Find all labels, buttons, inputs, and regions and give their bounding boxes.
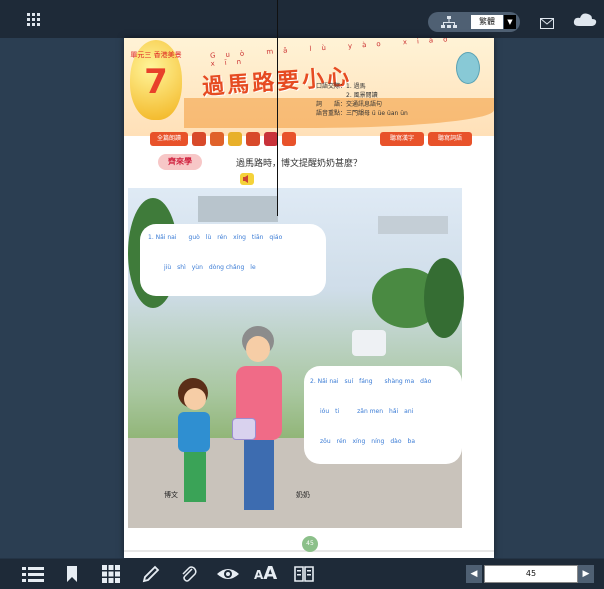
bubble-line: jiù shì yùn dòng chǎng le <box>164 264 256 271</box>
tool-button[interactable] <box>228 132 242 146</box>
thumbnail-grid-icon[interactable] <box>102 565 120 587</box>
lesson-balloon: 單元三 香港美景 7 <box>130 40 182 120</box>
eye-icon[interactable] <box>216 565 240 587</box>
font-size-icon[interactable]: AA <box>254 565 277 584</box>
grandmother-figure <box>228 326 290 516</box>
page-number-badge: 45 <box>302 536 318 552</box>
right-margin <box>494 38 604 558</box>
info-line: 詞 語：交通訊息語句 <box>316 101 383 108</box>
tool-button[interactable] <box>282 132 296 146</box>
building <box>378 216 448 234</box>
bottom-toolbar: AA ◀ 45 ▶ <box>0 559 604 589</box>
car <box>352 330 386 356</box>
bubble-line: 2. Nǎi nai suí fáng shàng ma dào <box>310 378 432 385</box>
building <box>198 196 278 222</box>
dictation-words-button[interactable]: 聽寫詞語 <box>428 132 472 146</box>
book-page: 單元三 香港美景 7 Guò mǎ lù yào xiǎo xīn 過馬路要小心… <box>124 38 494 558</box>
info-line: 口語交際：1. 過馬 <box>316 83 366 90</box>
mail-icon[interactable] <box>540 14 554 33</box>
speech-bubble-2: 2. Nǎi nai suí fáng shàng ma dào ióu ti … <box>304 366 462 464</box>
previous-page-button[interactable]: ◀ <box>466 565 482 583</box>
info-line: 2. 風景閱讀 <box>316 92 378 99</box>
next-page-button[interactable]: ▶ <box>578 565 594 583</box>
question-badge: 齊來學 <box>158 154 202 170</box>
bubble-line: ióu ti zǎn men hǎi ani <box>320 408 414 415</box>
question-text: 過馬路時，博文提醒奶奶甚麼？ <box>236 159 363 169</box>
speech-bubble-1: 1. Nǎi nai guò lù rén xíng tiān qiáo jiù… <box>140 224 326 296</box>
bookmark-icon[interactable] <box>66 565 78 587</box>
dictation-characters-button[interactable]: 聽寫漢字 <box>380 132 424 146</box>
tree <box>424 258 464 338</box>
lesson-number: 7 <box>144 62 168 102</box>
list-icon[interactable] <box>22 565 44 587</box>
lesson-label: 單元三 香港美景 <box>130 51 182 59</box>
bubble-line: zǒu rén xíng níng dào ba <box>320 438 416 445</box>
cursor-line <box>277 0 278 216</box>
cloud-icon[interactable] <box>573 12 597 31</box>
paperclip-icon[interactable] <box>180 565 198 587</box>
pencil-icon[interactable] <box>142 565 160 587</box>
bubble-line: 1. Nǎi nai guò lù rén xíng tiān qiáo <box>148 234 283 241</box>
book-icon[interactable] <box>294 565 314 587</box>
chevron-down-icon: ▼ <box>504 15 516 29</box>
caption-grandma: 奶奶 <box>296 491 310 499</box>
tool-button[interactable] <box>192 132 206 146</box>
tool-button[interactable] <box>246 132 260 146</box>
left-margin <box>0 38 124 558</box>
info-line: 語音重點：三門韻母 ü üe üan ün <box>316 110 408 117</box>
lesson-info: 口語交際：1. 過馬 2. 風景閱讀 詞 語：交通訊息語句 語音重點：三門韻母 … <box>316 82 466 118</box>
boy-figure <box>174 378 218 508</box>
language-select[interactable]: 繁體 ▼ <box>428 12 520 32</box>
top-toolbar: 繁體 ▼ <box>0 0 604 38</box>
hierarchy-icon <box>440 15 458 34</box>
language-select-value: 繁體 <box>471 15 503 29</box>
balloon-decoration <box>456 52 480 84</box>
caption-boy: 博文 <box>164 491 178 499</box>
tool-button[interactable] <box>264 132 278 146</box>
speaker-icon[interactable] <box>240 170 254 185</box>
grid-icon[interactable] <box>26 12 42 28</box>
read-all-button[interactable]: 全篇朗讀 <box>150 132 188 146</box>
page-number-input[interactable]: 45 <box>484 565 578 583</box>
tool-button[interactable] <box>210 132 224 146</box>
